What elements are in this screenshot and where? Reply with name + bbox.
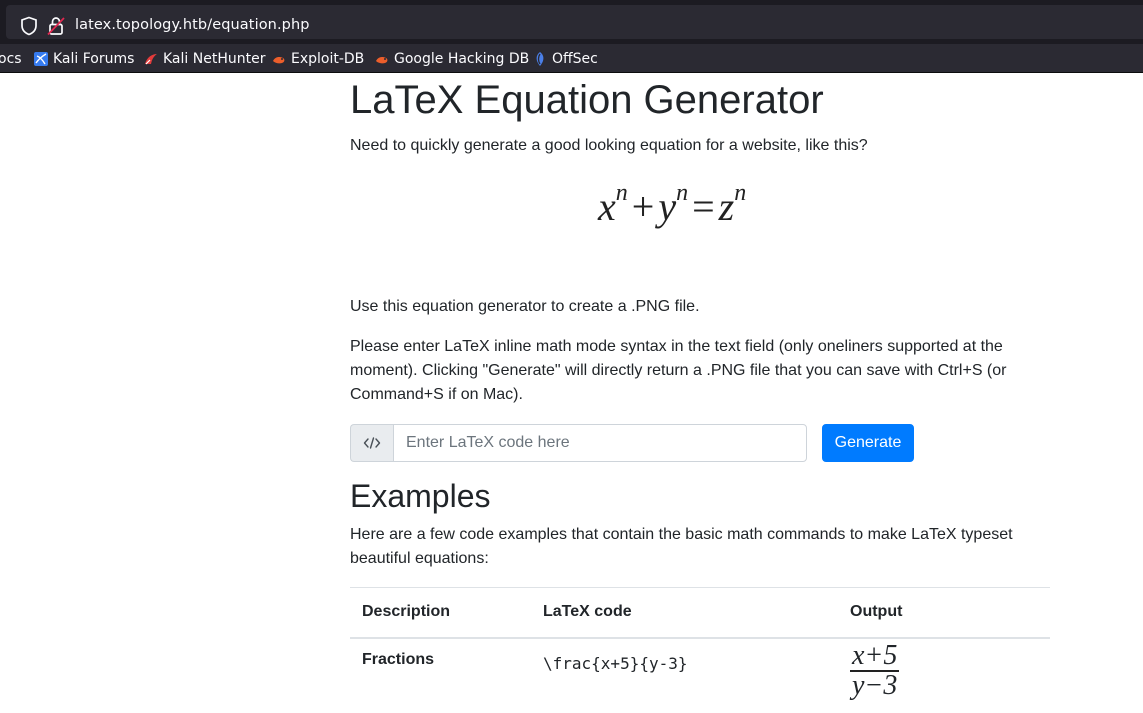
fraction-denominator: y−3: [852, 669, 898, 701]
eq-z: z: [718, 184, 735, 229]
eq-exp-2: n: [676, 179, 689, 206]
code-icon: [363, 437, 381, 449]
instructions-text: Please enter LaTeX inline math mode synt…: [350, 338, 1007, 403]
bookmark-exploit-db[interactable]: Exploit-DB: [271, 48, 364, 70]
table-header-row: Description LaTeX code Output: [350, 587, 1050, 639]
offsec-icon: [536, 52, 544, 66]
bookmark-google-hacking-db[interactable]: Google Hacking DB: [374, 48, 529, 70]
bookmark-offsec[interactable]: OffSec: [532, 48, 598, 70]
kali-forums-icon: [34, 52, 48, 66]
eq-x: x: [598, 184, 616, 229]
url-host: latex.topology.htb: [75, 17, 208, 33]
exploit-db-icon: [273, 57, 285, 64]
bookmarks-toolbar: ocs Kali Forums Kali NetHunter Exploit-D…: [0, 44, 1143, 73]
ghdb-icon: [376, 57, 388, 64]
bookmark-kali-nethunter[interactable]: Kali NetHunter: [143, 48, 265, 70]
eq-equals: =: [692, 184, 715, 229]
table-row: Fractions \frac{x+5}{y-3} x+5 y−3: [350, 638, 1050, 711]
intro-text: Need to quickly generate a good looking …: [350, 137, 868, 154]
code-addon: [350, 424, 393, 462]
eq-plus: +: [631, 184, 655, 229]
fraction-output-image: x+5 y−3: [850, 639, 900, 701]
eq-exp-1: n: [615, 179, 628, 206]
tracking-shield-icon[interactable]: [20, 16, 38, 36]
page-title: LaTeX Equation Generator: [350, 78, 824, 122]
browser-url-bar: latex.topology.htb/equation.php: [0, 0, 1143, 44]
row-latex-code: \frac{x+5}{y-3}: [543, 653, 688, 673]
bookmark-label: Exploit-DB: [291, 51, 365, 67]
examples-table: Description LaTeX code Output Fractions …: [350, 587, 1050, 711]
column-header-latex-code: LaTeX code: [531, 587, 838, 639]
url-path: /equation.php: [207, 17, 310, 33]
generate-button[interactable]: Generate: [822, 424, 914, 462]
url-text[interactable]: latex.topology.htb/equation.php: [75, 17, 310, 33]
bookmark-label: Kali NetHunter: [163, 51, 266, 67]
kali-nethunter-icon: [145, 54, 157, 65]
bookmark-docs[interactable]: ocs: [0, 48, 22, 70]
eq-exp-3: n: [734, 179, 747, 206]
examples-description: Here are a few code examples that contai…: [350, 526, 1013, 567]
latex-input-group: [350, 424, 807, 462]
bookmark-label: OffSec: [552, 51, 598, 67]
bookmark-kali-forums[interactable]: Kali Forums: [33, 48, 134, 70]
hero-equation-image: xn + yn = zn: [598, 179, 808, 239]
insecure-lock-icon[interactable]: [47, 16, 65, 36]
column-header-description: Description: [350, 587, 531, 639]
bookmark-label: Google Hacking DB: [394, 51, 530, 67]
fraction-numerator: x+5: [852, 639, 898, 671]
column-header-output: Output: [838, 587, 1050, 639]
examples-heading: Examples: [350, 478, 491, 514]
latex-code-input[interactable]: [393, 424, 807, 462]
eq-y: y: [658, 184, 677, 229]
row-output: x+5 y−3: [838, 638, 1050, 711]
bookmark-label: Kali Forums: [53, 51, 135, 67]
bookmark-label: ocs: [0, 51, 22, 67]
address-bar[interactable]: latex.topology.htb/equation.php: [6, 5, 1143, 39]
use-text: Use this equation generator to create a …: [350, 298, 700, 315]
row-description: Fractions: [362, 650, 435, 668]
